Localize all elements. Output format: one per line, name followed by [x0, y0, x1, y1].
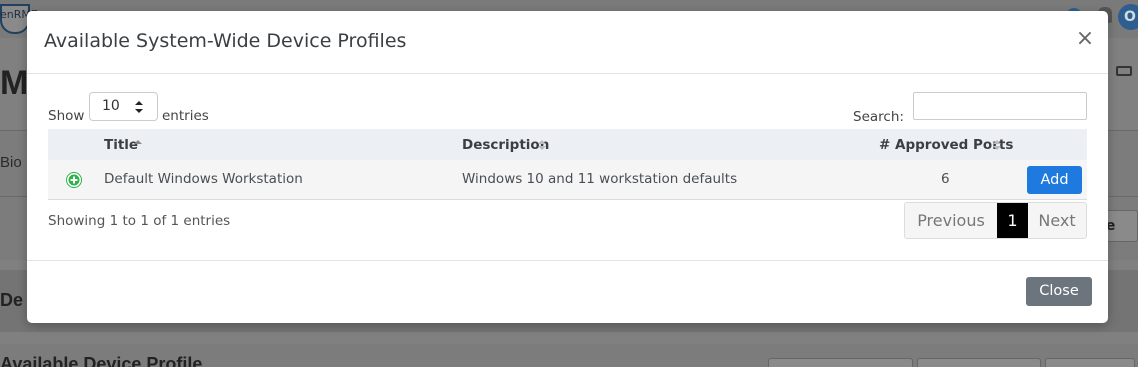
- pagination: Previous 1 Next: [904, 202, 1087, 239]
- cell-title: Default Windows Workstation: [104, 171, 303, 187]
- sort-icon: [993, 140, 1001, 150]
- table-info: Showing 1 to 1 of 1 entries: [48, 213, 231, 229]
- section-label: De: [0, 290, 24, 310]
- add-profile-button[interactable]: Add: [1027, 166, 1082, 194]
- search-label: Search:: [853, 109, 904, 125]
- bio-label: Bio: [0, 154, 22, 171]
- page-title: M: [0, 64, 29, 102]
- expand-row-icon[interactable]: [66, 172, 82, 188]
- laptop-icon: [1116, 66, 1132, 76]
- sort-asc-icon: [134, 140, 142, 144]
- device-profiles-modal: Available System-Wide Device Profiles × …: [27, 11, 1108, 323]
- entries-per-page-value: 10: [102, 98, 120, 114]
- close-icon[interactable]: ×: [1075, 27, 1095, 51]
- column-title[interactable]: Title: [104, 137, 138, 153]
- avatar: O: [1118, 4, 1138, 30]
- sort-icon: [538, 140, 546, 150]
- length-show-label: Show: [48, 108, 85, 124]
- column-description[interactable]: Description: [462, 137, 549, 153]
- cell-description: Windows 10 and 11 workstation defaults: [462, 171, 738, 187]
- table-row: Default Windows Workstation Windows 10 a…: [48, 160, 1087, 200]
- table-header: Title Description # Approved Ports: [48, 129, 1087, 160]
- entries-per-page-select[interactable]: 10: [89, 92, 158, 121]
- bottom-section-title: Available Device Profile: [0, 354, 203, 367]
- pagination-previous[interactable]: Previous: [905, 203, 997, 238]
- background-button-b: [917, 358, 1041, 367]
- modal-footer: Close: [27, 260, 1108, 323]
- search-input[interactable]: [913, 92, 1087, 120]
- pagination-page-1[interactable]: 1: [997, 203, 1028, 238]
- pagination-next[interactable]: Next: [1028, 203, 1086, 238]
- cell-approved-ports: 6: [941, 171, 950, 187]
- background-button-c: [1045, 358, 1135, 367]
- modal-header: Available System-Wide Device Profiles ×: [27, 11, 1108, 74]
- background-button-a: [768, 358, 913, 367]
- modal-body: Show 10 entries Search: Title Descriptio…: [27, 75, 1108, 260]
- modal-title: Available System-Wide Device Profiles: [44, 30, 407, 52]
- length-entries-label: entries: [162, 108, 209, 124]
- close-button[interactable]: Close: [1026, 277, 1092, 306]
- select-arrows-icon: [135, 101, 143, 113]
